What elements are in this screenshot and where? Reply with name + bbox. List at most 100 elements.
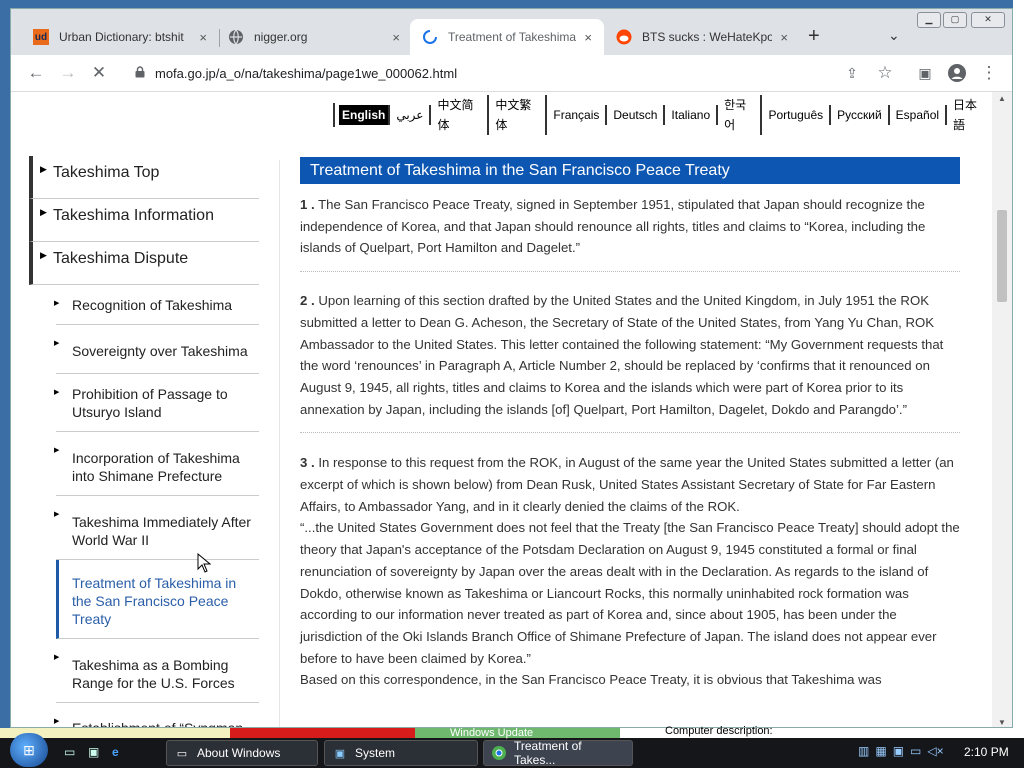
lang-german[interactable]: Deutsch: [607, 105, 666, 125]
sidebar-nav: ▶ Takeshima Top ▶ Takeshima Information …: [29, 156, 259, 727]
forward-arrow-icon[interactable]: →: [56, 61, 80, 85]
language-bar: English عربي 中文简体 中文繁体 Français Deutsch …: [333, 95, 994, 135]
display-icon[interactable]: ▣: [893, 744, 904, 758]
tab-strip: ud Urban Dictionary: btshit × nigger.org…: [11, 9, 1012, 55]
page-title: Treatment of Takeshima in the San Franci…: [300, 157, 960, 184]
triangle-right-icon: ▶: [54, 340, 60, 347]
paragraph-2: 2 . Upon learning of this section drafte…: [300, 272, 960, 434]
lang-italian[interactable]: Italiano: [665, 105, 719, 125]
chrome-icon: [492, 746, 506, 760]
close-tab-icon[interactable]: ×: [199, 30, 207, 45]
network-icon[interactable]: ▥: [858, 744, 869, 758]
sidebar-subitem-incorporation[interactable]: ▶ Incorporation of Takeshima into Shiman…: [54, 432, 259, 496]
windows-update-label: Windows Update: [450, 727, 534, 739]
side-panel-icon[interactable]: ▣: [913, 61, 937, 85]
lang-chinese-traditional[interactable]: 中文繁体: [489, 95, 548, 135]
lock-icon: [135, 65, 145, 81]
taskbar-button-system[interactable]: ▣ System: [324, 740, 478, 766]
profile-avatar-icon[interactable]: [945, 61, 969, 85]
quoted-letter: “...the United States Government does no…: [300, 520, 960, 666]
browser-window: ud Urban Dictionary: btshit × nigger.org…: [10, 8, 1013, 728]
tray-app-icon[interactable]: ▦: [875, 744, 886, 758]
sidebar-subitem-sovereignty[interactable]: ▶ Sovereignty over Takeshima: [54, 325, 259, 374]
background-window-strip: Windows Update Computer description:: [0, 725, 1024, 739]
lang-french[interactable]: Français: [547, 105, 608, 125]
switch-windows-icon[interactable]: ▣: [88, 745, 106, 759]
tab-urban-dictionary[interactable]: ud Urban Dictionary: btshit ×: [21, 19, 219, 55]
computer-description-label: Computer description:: [665, 725, 773, 737]
triangle-right-icon: ▶: [54, 654, 60, 661]
paragraph-1: 1 . The San Francisco Peace Treaty, sign…: [300, 184, 960, 273]
lang-portuguese[interactable]: Português: [762, 105, 832, 125]
urban-dictionary-icon: ud: [33, 29, 49, 45]
paragraph-number: 2 .: [300, 293, 315, 309]
mouse-cursor-icon: [197, 552, 212, 578]
close-tab-icon[interactable]: ×: [780, 30, 788, 45]
bookmark-star-icon[interactable]: ☆: [873, 61, 897, 85]
monitor-icon[interactable]: ▭: [910, 744, 921, 758]
paragraph-number: 1 .: [300, 197, 315, 212]
triangle-right-icon: ▶: [40, 207, 47, 217]
start-button-windows-icon[interactable]: ⊞: [10, 733, 48, 767]
paragraph-3: 3 . In response to this request from the…: [300, 433, 960, 691]
taskbar-button-chrome[interactable]: Treatment of Takes...: [483, 739, 633, 767]
sidebar-subitem-san-francisco-treaty[interactable]: Treatment of Takeshima in the San Franci…: [56, 560, 259, 639]
close-tab-icon[interactable]: ×: [392, 30, 400, 45]
tab-bts-sucks[interactable]: BTS sucks : WeHateKpop ×: [604, 19, 800, 55]
triangle-right-icon: ▶: [54, 511, 60, 518]
minimize-icon[interactable]: ▁: [917, 12, 941, 28]
lang-japanese[interactable]: 日本語: [947, 95, 994, 135]
scrollbar-thumb[interactable]: [997, 210, 1007, 302]
internet-explorer-icon[interactable]: e: [112, 745, 130, 759]
triangle-right-icon: ▶: [40, 250, 47, 260]
maximize-icon[interactable]: ▢: [943, 12, 967, 28]
background-window-edge: [1013, 0, 1024, 728]
show-desktop-icon[interactable]: ▭: [64, 745, 82, 759]
lang-arabic[interactable]: عربي: [390, 105, 432, 125]
chevron-down-icon[interactable]: ⌄: [888, 27, 900, 44]
vertical-scrollbar[interactable]: ▲ ▼: [992, 92, 1012, 727]
triangle-right-icon: ▶: [54, 447, 60, 454]
browser-toolbar: ← → ✕ mofa.go.jp/a_o/na/takeshima/page1w…: [11, 55, 1012, 92]
reddit-icon: [616, 29, 632, 45]
url-text[interactable]: mofa.go.jp/a_o/na/takeshima/page1we_0000…: [155, 66, 457, 81]
paragraph-text: Upon learning of this section drafted by…: [300, 293, 944, 417]
sidebar-subitem-prohibition[interactable]: ▶ Prohibition of Passage to Utsuryo Isla…: [54, 374, 259, 432]
address-bar[interactable]: mofa.go.jp/a_o/na/takeshima/page1we_0000…: [127, 59, 887, 87]
scroll-down-icon[interactable]: ▼: [998, 718, 1006, 727]
lang-chinese-simplified[interactable]: 中文简体: [431, 95, 490, 135]
close-window-icon[interactable]: ✕: [971, 12, 1005, 28]
share-icon[interactable]: ⇪: [840, 61, 864, 85]
lang-english[interactable]: English: [339, 105, 391, 125]
volume-muted-icon[interactable]: ◁×: [927, 744, 943, 758]
sidebar-subitem-syngman[interactable]: ▶ Establishment of “Syngman: [54, 703, 259, 727]
paragraph-text: In response to this request from the ROK…: [300, 455, 954, 514]
lang-spanish[interactable]: Español: [890, 105, 948, 125]
window-icon: ▭: [176, 747, 188, 760]
close-tab-icon[interactable]: ×: [584, 30, 592, 45]
sidebar-item-takeshima-dispute[interactable]: ▶ Takeshima Dispute: [29, 242, 259, 285]
paragraph-text: Based on this correspondence, in the San…: [300, 672, 882, 688]
stop-loading-icon[interactable]: ✕: [87, 61, 111, 85]
sidebar-item-takeshima-information[interactable]: ▶ Takeshima Information: [29, 199, 259, 242]
system-icon: ▣: [334, 747, 346, 760]
sidebar-subitem-recognition[interactable]: ▶ Recognition of Takeshima: [54, 285, 259, 325]
tab-nigger-org[interactable]: nigger.org ×: [216, 19, 412, 55]
scroll-up-icon[interactable]: ▲: [998, 94, 1006, 103]
sidebar-subitem-after-ww2[interactable]: ▶ Takeshima Immediately After World War …: [54, 496, 259, 560]
triangle-right-icon: ▶: [54, 718, 60, 725]
triangle-right-icon: ▶: [54, 389, 60, 396]
column-divider: [279, 160, 280, 727]
back-arrow-icon[interactable]: ←: [24, 61, 48, 85]
tab-treatment-of-takeshima[interactable]: Treatment of Takeshima ×: [410, 19, 604, 55]
sidebar-subitem-bombing-range[interactable]: ▶ Takeshima as a Bombing Range for the U…: [54, 639, 259, 703]
menu-kebab-icon[interactable]: ⋮: [977, 61, 1001, 85]
loading-spinner-icon: [422, 29, 438, 45]
lang-korean[interactable]: 한국어: [718, 95, 763, 135]
new-tab-icon[interactable]: +: [808, 25, 820, 48]
sidebar-item-takeshima-top[interactable]: ▶ Takeshima Top: [29, 156, 259, 199]
lang-russian[interactable]: Русский: [831, 105, 890, 125]
triangle-right-icon: ▶: [54, 300, 60, 307]
taskbar-button-about-windows[interactable]: ▭ About Windows: [166, 740, 318, 766]
clock[interactable]: 2:10 PM: [964, 745, 1009, 759]
